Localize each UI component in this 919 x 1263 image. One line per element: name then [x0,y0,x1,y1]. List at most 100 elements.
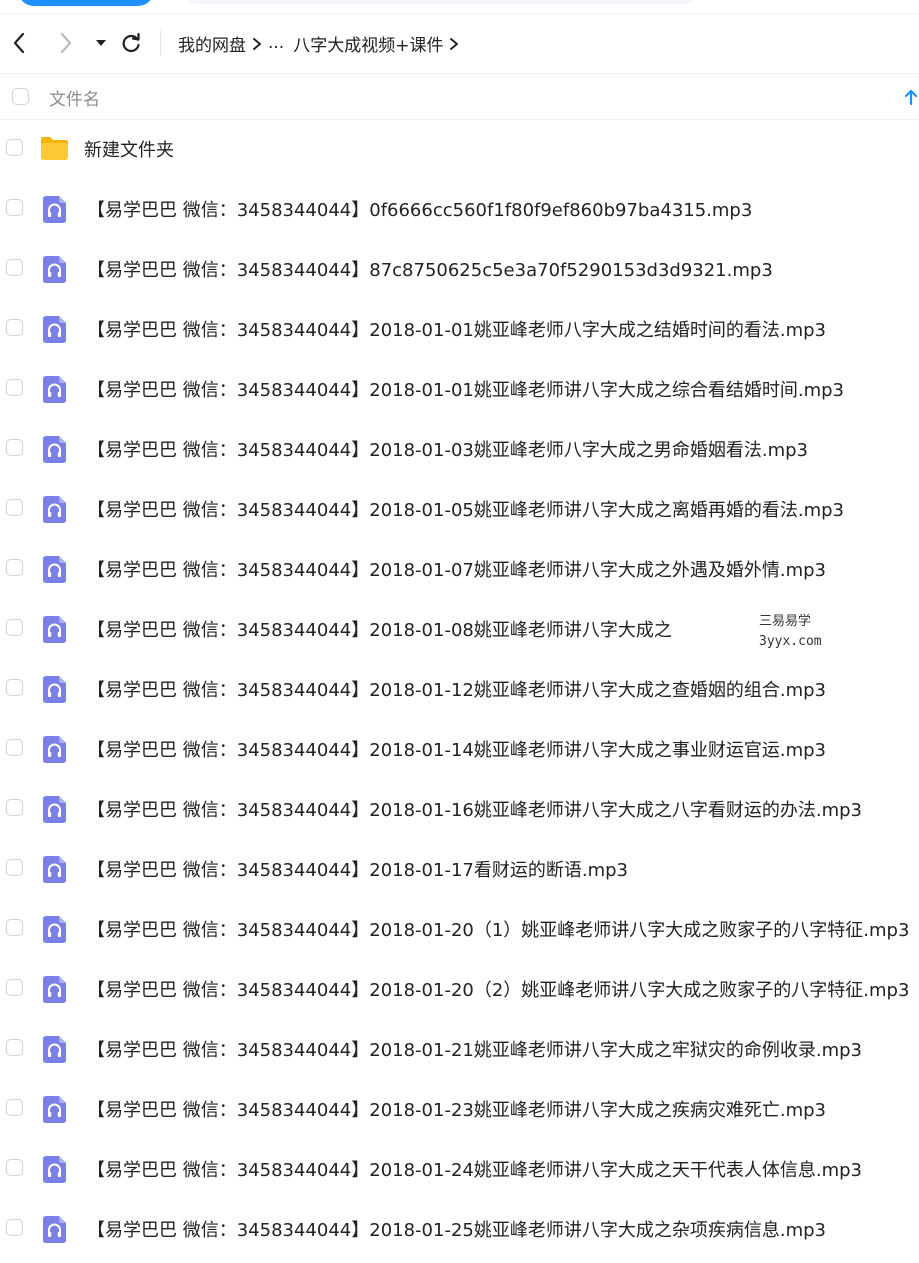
search-input[interactable] [186,0,696,4]
file-name[interactable]: 【易学巴巴 微信：3458344044】2018-01-07姚亚峰老师讲八字大成… [87,556,826,582]
row-checkbox[interactable] [6,259,23,276]
file-row[interactable]: 【易学巴巴 微信：3458344044】2018-01-03姚亚峰老师八字大成之… [0,419,919,479]
file-row[interactable]: 【易学巴巴 微信：3458344044】2018-01-21姚亚峰老师讲八字大成… [0,1019,919,1079]
history-dropdown-button[interactable] [88,30,114,56]
file-name[interactable]: 【易学巴巴 微信：3458344044】2018-01-03姚亚峰老师八字大成之… [87,436,808,462]
refresh-icon [122,32,140,53]
file-row[interactable]: 【易学巴巴 微信：3458344044】2018-01-20（1）姚亚峰老师讲八… [0,899,919,959]
caret-down-icon [96,40,106,46]
file-name[interactable]: 【易学巴巴 微信：3458344044】2018-01-01姚亚峰老师八字大成之… [87,316,826,342]
audio-file-icon [43,1096,66,1123]
breadcrumb-current-folder[interactable]: 八字大成视频+课件 [293,31,443,56]
audio-file-icon [43,856,66,883]
file-name[interactable]: 【易学巴巴 微信：3458344044】2018-01-01姚亚峰老师讲八字大成… [87,376,844,402]
audio-file-icon [43,916,66,943]
file-row[interactable]: 【易学巴巴 微信：3458344044】2018-01-01姚亚峰老师讲八字大成… [0,359,919,419]
row-checkbox[interactable] [6,1219,23,1236]
row-checkbox[interactable] [6,199,23,216]
audio-file-icon [43,736,66,763]
file-name[interactable]: 【易学巴巴 微信：3458344044】2018-01-08姚亚峰老师讲八字大成… [87,616,672,642]
row-checkbox[interactable] [6,919,23,936]
file-row[interactable]: 【易学巴巴 微信：3458344044】2018-01-12姚亚峰老师讲八字大成… [0,659,919,719]
audio-file-icon [43,616,66,643]
audio-file-icon [43,556,66,583]
upload-button[interactable] [18,0,154,6]
audio-file-icon [43,1216,66,1243]
file-row[interactable]: 【易学巴巴 微信：3458344044】87c8750625c5e3a70f52… [0,239,919,299]
folder-icon [41,137,68,160]
audio-file-icon [43,196,66,223]
file-row[interactable]: 【易学巴巴 微信：3458344044】2018-01-25姚亚峰老师讲八字大成… [0,1199,919,1259]
file-row[interactable]: 【易学巴巴 微信：3458344044】2018-01-24姚亚峰老师讲八字大成… [0,1139,919,1199]
file-row[interactable]: 新建文件夹 [0,119,919,179]
row-checkbox[interactable] [6,139,23,156]
back-button[interactable] [6,30,32,56]
file-name[interactable]: 【易学巴巴 微信：3458344044】2018-01-17看财运的断语.mp3 [87,856,628,882]
watermark: 三易易学 3yyx.com [759,612,822,652]
file-row[interactable]: 【易学巴巴 微信：3458344044】2018-01-20（2）姚亚峰老师讲八… [0,959,919,1019]
row-checkbox[interactable] [6,739,23,756]
top-toolbar-strip [0,0,919,14]
navigation-bar: 我的网盘 ... 八字大成视频+课件 [0,14,919,74]
row-checkbox[interactable] [6,1039,23,1056]
chevron-right-icon [443,29,465,57]
audio-file-icon [43,376,66,403]
file-row[interactable]: 【易学巴巴 微信：3458344044】2018-01-23姚亚峰老师讲八字大成… [0,1079,919,1139]
row-checkbox[interactable] [6,559,23,576]
file-name[interactable]: 【易学巴巴 微信：3458344044】2018-01-12姚亚峰老师讲八字大成… [87,676,826,702]
audio-file-icon [43,436,66,463]
file-row[interactable]: 【易学巴巴 微信：3458344044】2018-01-01姚亚峰老师八字大成之… [0,299,919,359]
audio-file-icon [43,796,66,823]
row-checkbox[interactable] [6,439,23,456]
audio-file-icon [43,1156,66,1183]
row-checkbox[interactable] [6,319,23,336]
file-name[interactable]: 【易学巴巴 微信：3458344044】2018-01-16姚亚峰老师讲八字大成… [87,796,862,822]
filename-column-header[interactable]: 文件名 [49,85,100,110]
audio-file-icon [43,256,66,283]
row-checkbox[interactable] [6,1099,23,1116]
file-name[interactable]: 【易学巴巴 微信：3458344044】2018-01-20（1）姚亚峰老师讲八… [87,916,909,942]
file-name[interactable]: 【易学巴巴 微信：3458344044】0f6666cc560f1f80f9ef… [87,196,752,222]
chevron-right-icon [246,29,268,57]
file-row[interactable]: 【易学巴巴 微信：3458344044】2018-01-17看财运的断语.mp3 [0,839,919,899]
file-list: 新建文件夹【易学巴巴 微信：3458344044】0f6666cc560f1f8… [0,119,919,1259]
file-name[interactable]: 【易学巴巴 微信：3458344044】2018-01-21姚亚峰老师讲八字大成… [87,1036,862,1062]
row-checkbox[interactable] [6,859,23,876]
chevron-right-icon [60,32,72,54]
row-checkbox[interactable] [6,979,23,996]
row-checkbox[interactable] [6,379,23,396]
file-name[interactable]: 【易学巴巴 微信：3458344044】2018-01-05姚亚峰老师讲八字大成… [87,496,844,522]
select-all-checkbox[interactable] [12,88,29,105]
row-checkbox[interactable] [6,799,23,816]
file-name[interactable]: 【易学巴巴 微信：3458344044】2018-01-14姚亚峰老师讲八字大成… [87,736,826,762]
file-name[interactable]: 【易学巴巴 微信：3458344044】2018-01-25姚亚峰老师讲八字大成… [87,1216,826,1242]
watermark-line1: 三易易学 [759,614,812,629]
watermark-line2: 3yyx.com [759,634,822,649]
row-checkbox[interactable] [6,619,23,636]
file-row[interactable]: 【易学巴巴 微信：3458344044】2018-01-16姚亚峰老师讲八字大成… [0,779,919,839]
forward-button[interactable] [53,30,79,56]
file-row[interactable]: 【易学巴巴 微信：3458344044】2018-01-05姚亚峰老师讲八字大成… [0,479,919,539]
chevron-left-icon [13,32,25,54]
file-name[interactable]: 【易学巴巴 微信：3458344044】2018-01-24姚亚峰老师讲八字大成… [87,1156,862,1182]
audio-file-icon [43,496,66,523]
row-checkbox[interactable] [6,1159,23,1176]
file-name[interactable]: 【易学巴巴 微信：3458344044】87c8750625c5e3a70f52… [87,256,773,282]
audio-file-icon [43,1036,66,1063]
file-name[interactable]: 新建文件夹 [84,136,174,162]
audio-file-icon [43,676,66,703]
file-name[interactable]: 【易学巴巴 微信：3458344044】2018-01-20（2）姚亚峰老师讲八… [87,976,909,1002]
nav-divider [160,30,161,56]
row-checkbox[interactable] [6,499,23,516]
file-name[interactable]: 【易学巴巴 微信：3458344044】2018-01-23姚亚峰老师讲八字大成… [87,1096,826,1122]
audio-file-icon [43,316,66,343]
file-row[interactable]: 【易学巴巴 微信：3458344044】0f6666cc560f1f80f9ef… [0,179,919,239]
file-row[interactable]: 【易学巴巴 微信：3458344044】2018-01-07姚亚峰老师讲八字大成… [0,539,919,599]
row-checkbox[interactable] [6,679,23,696]
sort-ascending-icon[interactable] [903,88,919,106]
refresh-button[interactable] [118,30,144,56]
breadcrumb-root[interactable]: 我的网盘 [178,31,246,56]
file-row[interactable]: 【易学巴巴 微信：3458344044】2018-01-14姚亚峰老师讲八字大成… [0,719,919,779]
breadcrumb-ellipsis[interactable]: ... [268,33,284,53]
breadcrumb: 我的网盘 ... 八字大成视频+课件 [178,29,465,57]
